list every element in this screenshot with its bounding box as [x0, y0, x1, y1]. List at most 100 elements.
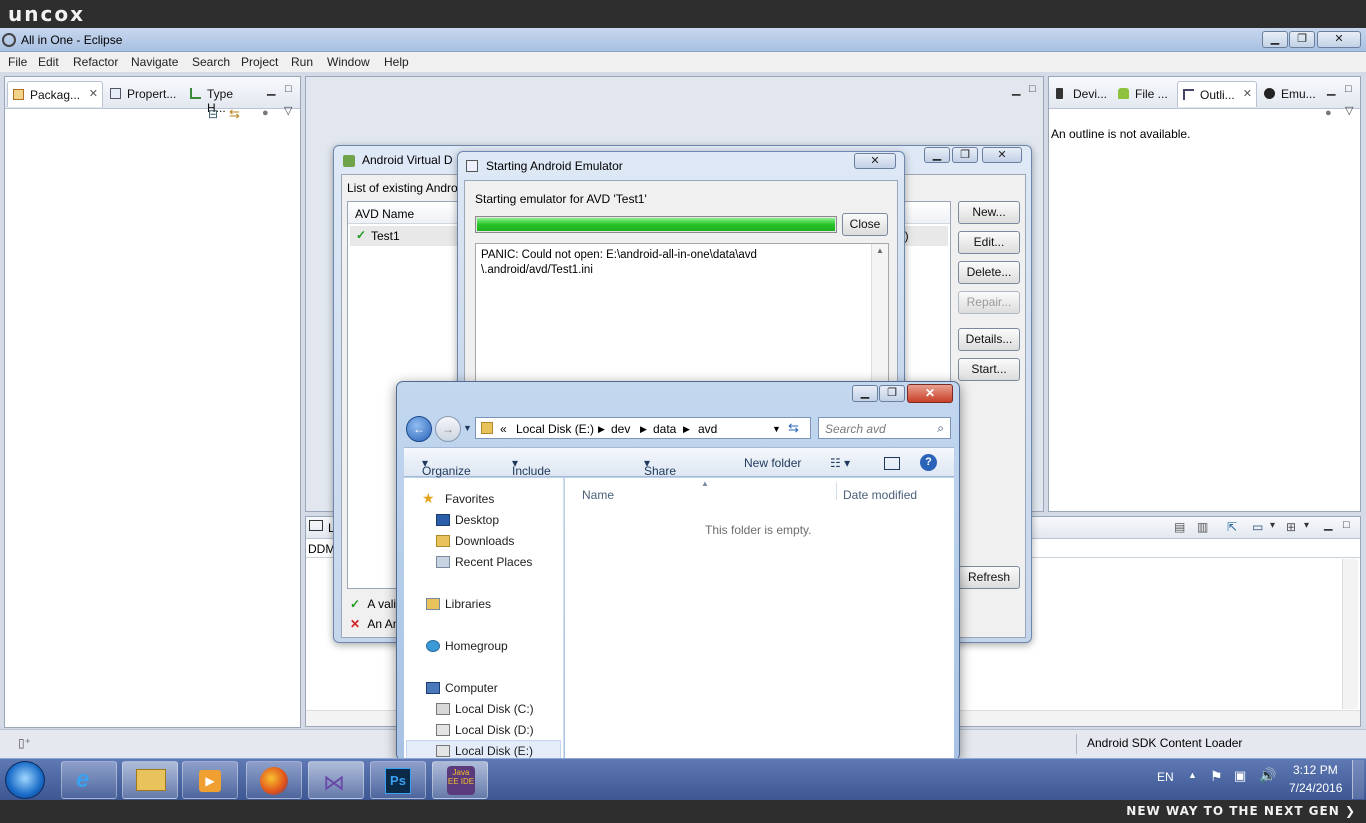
column-date-modified[interactable]: Date modified [843, 488, 917, 502]
vertical-scrollbar[interactable] [1342, 559, 1358, 709]
breadcrumb-segment[interactable]: avd [698, 422, 717, 436]
chevron-down-icon[interactable]: ▽ [284, 104, 292, 117]
media-player-icon[interactable]: ▶ [182, 761, 238, 799]
windows-explorer-icon[interactable] [122, 761, 178, 799]
action-center-flag-icon[interactable]: ⚑ [1210, 768, 1223, 785]
menu-file[interactable]: File [8, 55, 27, 69]
visual-studio-icon[interactable]: ⋈ [308, 761, 364, 799]
open-console-icon[interactable]: ⊞ [1286, 520, 1296, 534]
emulator-dialog-close-button[interactable]: ✕ [854, 153, 896, 169]
preview-pane-icon[interactable] [884, 457, 900, 470]
scroll-up-icon[interactable]: ▲ [876, 246, 884, 255]
tab-devices[interactable]: Devi... [1051, 81, 1111, 107]
menu-window[interactable]: Window [327, 55, 370, 69]
language-indicator[interactable]: EN [1157, 770, 1174, 784]
menu-edit[interactable]: Edit [38, 55, 59, 69]
maximize-view-icon[interactable]: □ [1343, 519, 1350, 531]
breadcrumb-segment[interactable]: dev [611, 422, 630, 436]
clock-date[interactable]: 7/24/2016 [1289, 781, 1342, 795]
column-name[interactable]: Name [582, 488, 614, 502]
nav-disk-d[interactable]: Local Disk (D:) [455, 723, 534, 737]
menu-navigate[interactable]: Navigate [131, 55, 178, 69]
maximize-view-icon[interactable]: □ [285, 83, 292, 95]
display-console-icon[interactable]: ▭ [1252, 520, 1263, 534]
network-icon[interactable]: ▣ [1234, 768, 1246, 784]
progress-close-button[interactable]: Close [842, 213, 888, 236]
help-icon[interactable]: ? [920, 454, 937, 471]
address-dropdown-icon[interactable]: ▼ [772, 424, 781, 434]
tab-file-explorer[interactable]: File ... [1113, 81, 1175, 107]
menu-run[interactable]: Run [291, 55, 313, 69]
minimize-view-icon[interactable]: ▁ [1324, 518, 1332, 531]
start-button[interactable] [5, 761, 45, 799]
firefox-icon[interactable] [246, 761, 302, 799]
include-in-library-button[interactable]: Include in library ▾ [512, 456, 551, 506]
nav-homegroup[interactable]: Homegroup [445, 639, 508, 653]
show-hidden-icons-icon[interactable]: ▲ [1188, 770, 1197, 780]
clear-console-icon[interactable]: ▤ [1174, 520, 1185, 534]
back-button[interactable]: ← [406, 416, 432, 442]
link-with-editor-icon[interactable]: ⇆ [229, 106, 240, 122]
tab-outline[interactable]: Outli... ✕ [1177, 81, 1257, 107]
view-menu-icon[interactable]: ● [262, 107, 269, 119]
nav-disk-e[interactable]: Local Disk (E:) [455, 744, 533, 758]
avd-restore-button[interactable]: ❐ [952, 147, 978, 163]
explorer-close-button[interactable]: ✕ [907, 384, 953, 403]
breadcrumb-chevron-icon[interactable]: ▶ [683, 424, 690, 435]
volume-icon[interactable]: 🔊 [1259, 767, 1276, 784]
javaee-ide-icon[interactable]: Java EE IDE [432, 761, 488, 799]
breadcrumb-segment[interactable]: Local Disk (E:) [516, 422, 594, 436]
view-menu-icon[interactable]: ● [1325, 107, 1332, 119]
avd-repair-button[interactable]: Repair... [958, 291, 1020, 314]
nav-disk-c[interactable]: Local Disk (C:) [455, 702, 534, 716]
avd-start-button[interactable]: Start... [958, 358, 1020, 381]
nav-libraries[interactable]: Libraries [445, 597, 491, 611]
avd-delete-button[interactable]: Delete... [958, 261, 1020, 284]
avd-refresh-button[interactable]: Refresh [958, 566, 1020, 589]
close-tab-icon[interactable]: ✕ [1243, 87, 1252, 100]
breadcrumb-chevron-icon[interactable]: ▶ [598, 424, 605, 435]
maximize-editor-icon[interactable]: □ [1029, 83, 1036, 95]
pin-console-icon[interactable]: ⇱ [1227, 520, 1237, 534]
avd-new-button[interactable]: New... [958, 201, 1020, 224]
forward-button[interactable]: → [435, 416, 461, 442]
internet-explorer-icon[interactable]: e [61, 761, 117, 799]
show-desktop-button[interactable] [1352, 760, 1364, 799]
photoshop-icon[interactable]: Ps [370, 761, 426, 799]
fast-view-icon[interactable]: ▯⁺ [18, 736, 31, 750]
explorer-minimize-button[interactable]: ▁ [852, 385, 878, 402]
nav-recent-places[interactable]: Recent Places [455, 555, 532, 569]
maximize-view-icon[interactable]: □ [1345, 83, 1352, 95]
close-tab-icon[interactable]: ✕ [89, 87, 98, 100]
menu-refactor[interactable]: Refactor [73, 55, 118, 69]
chevron-down-icon[interactable]: ▽ [1345, 104, 1353, 117]
clock-time[interactable]: 3:12 PM [1293, 763, 1338, 777]
tab-package-explorer[interactable]: Packag... ✕ [7, 81, 103, 107]
minimize-editor-icon[interactable]: ▁ [1012, 83, 1020, 96]
tab-properties[interactable]: Propert... [105, 81, 183, 107]
avd-edit-button[interactable]: Edit... [958, 231, 1020, 254]
explorer-restore-button[interactable]: ❐ [879, 385, 905, 402]
breadcrumb-segment[interactable]: data [653, 422, 676, 436]
nav-computer[interactable]: Computer [445, 681, 498, 695]
avd-close-button[interactable]: ✕ [982, 147, 1022, 163]
new-folder-button[interactable]: New folder [744, 456, 801, 470]
refresh-icon[interactable]: ⇆ [788, 420, 799, 436]
nav-favorites[interactable]: Favorites [445, 492, 494, 506]
share-with-button[interactable]: Share with ▾ [644, 456, 676, 492]
nav-downloads[interactable]: Downloads [455, 534, 514, 548]
menu-search[interactable]: Search [192, 55, 230, 69]
restore-button[interactable]: ❐ [1289, 31, 1315, 48]
breadcrumb-chevron-icon[interactable]: ▶ [640, 424, 647, 435]
tab-type-hierarchy[interactable]: Type H... [185, 81, 261, 115]
log-scrollbar[interactable]: ▲ [871, 244, 888, 404]
tab-emulator-control[interactable]: Emu... [1259, 81, 1321, 107]
search-input[interactable]: Search avd ⌕ [818, 417, 951, 439]
organize-button[interactable]: Organize ▾ [422, 456, 471, 478]
chevron-down-icon[interactable]: ▾ [1304, 520, 1309, 531]
minimize-view-icon[interactable]: ▁ [267, 83, 275, 96]
view-options-icon[interactable]: ☷ ▾ [830, 456, 850, 470]
avd-minimize-button[interactable]: ▁ [924, 147, 950, 163]
avd-details-button[interactable]: Details... [958, 328, 1020, 351]
collapse-all-icon[interactable]: ⊟ [208, 107, 218, 121]
